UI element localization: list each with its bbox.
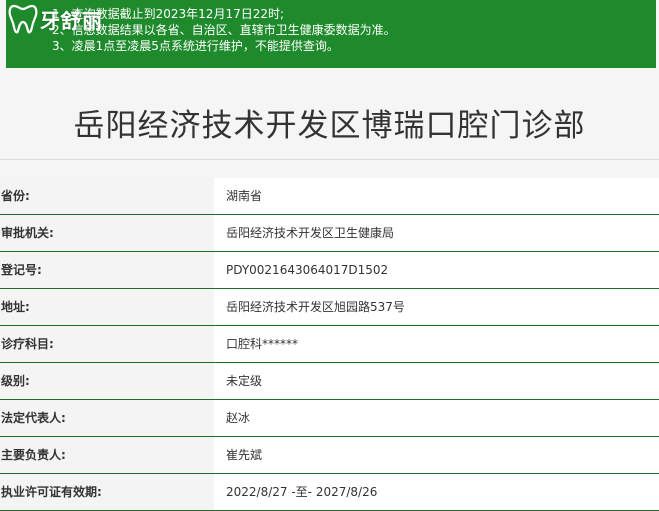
page-title: 岳阳经济技术开发区博瑞口腔门诊部 xyxy=(73,108,586,144)
notice-line-1: 1、查询数据截止到2023年12月17日22时; xyxy=(52,7,285,21)
info-label: 地址: xyxy=(0,289,214,325)
info-label: 法定代表人: xyxy=(0,400,214,436)
tooth-icon xyxy=(8,3,38,35)
info-row-legal-representative: 法定代表人: 赵冰 xyxy=(0,400,659,437)
info-row-principal: 主要负责人: 崔先斌 xyxy=(0,437,659,474)
notice-line-3: 3、凌晨1点至凌晨5点系统进行维护，不能提供查询。 xyxy=(52,39,339,53)
info-row-departments: 诊疗科目: 口腔科****** xyxy=(0,326,659,363)
info-value: 岳阳经济技术开发区卫生健康局 xyxy=(214,215,659,251)
info-value: 崔先斌 xyxy=(214,437,659,473)
info-label: 主要负责人: xyxy=(0,437,214,473)
info-row-registration-number: 登记号: PDY0021643064017D1502 xyxy=(0,252,659,289)
info-label: 级别: xyxy=(0,363,214,399)
info-row-license-validity: 执业许可证有效期: 2022/8/27 -至- 2027/8/26 xyxy=(0,474,659,511)
info-label: 审批机关: xyxy=(0,215,214,251)
info-label: 执业许可证有效期: xyxy=(0,474,214,510)
info-row-approval-authority: 审批机关: 岳阳经济技术开发区卫生健康局 xyxy=(0,215,659,252)
info-value: 岳阳经济技术开发区旭园路537号 xyxy=(214,289,659,325)
info-value: 未定级 xyxy=(214,363,659,399)
info-value: 2022/8/27 -至- 2027/8/26 xyxy=(214,474,659,510)
info-label: 省份: xyxy=(0,178,214,214)
info-value: 湖南省 xyxy=(214,178,659,214)
info-value: 口腔科****** xyxy=(214,326,659,362)
info-value: 赵冰 xyxy=(214,400,659,436)
info-value: PDY0021643064017D1502 xyxy=(214,252,659,288)
info-label: 诊疗科目: xyxy=(0,326,214,362)
info-label: 登记号: xyxy=(0,252,214,288)
title-block: 岳阳经济技术开发区博瑞口腔门诊部 xyxy=(0,90,659,160)
notice-banner: 1、查询数据截止到2023年12月17日22时; 2、信息数据结果以各省、自治区… xyxy=(6,0,656,68)
info-table: 省份: 湖南省 审批机关: 岳阳经济技术开发区卫生健康局 登记号: PDY002… xyxy=(0,178,659,511)
notice-line-2: 2、信息数据结果以各省、自治区、直辖市卫生健康委数据为准。 xyxy=(52,23,396,37)
info-row-address: 地址: 岳阳经济技术开发区旭园路537号 xyxy=(0,289,659,326)
info-row-level: 级别: 未定级 xyxy=(0,363,659,400)
brand-logo: 牙舒丽 xyxy=(8,2,103,36)
logo-text: 牙舒丽 xyxy=(40,8,103,33)
info-row-province: 省份: 湖南省 xyxy=(0,178,659,215)
